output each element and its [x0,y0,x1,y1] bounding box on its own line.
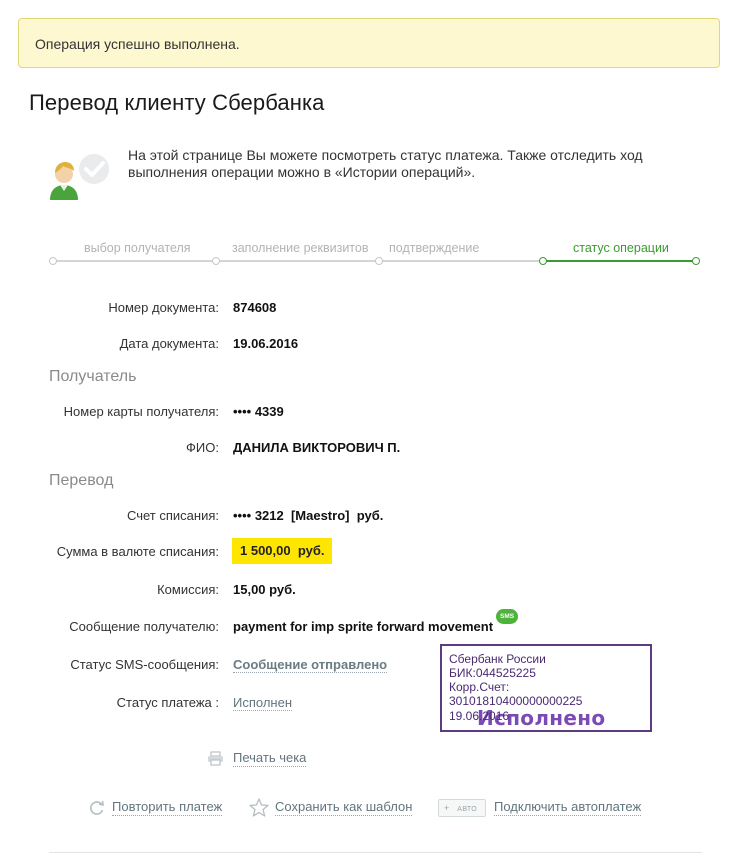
fee-value: 15,00 руб. [233,582,296,597]
recipient-name-value: ДАНИЛА ВИКТОРОВИЧ П. [233,440,401,455]
fee-label: Комиссия: [157,582,219,597]
account-label: Счет списания: [126,508,219,523]
amount-text: 1 500,00 руб. [240,543,325,558]
repeat-payment-button[interactable]: Повторить платеж [88,799,223,820]
recipient-card-value: •••• 4339 [233,404,284,419]
step-dot-active [539,257,547,265]
autopay-label[interactable]: Подключить автоплатеж [494,799,642,816]
recipient-section-title: Получатель [49,368,137,385]
payment-status-link[interactable]: Исполнен [233,695,293,711]
step-dot [49,257,57,265]
printer-icon [207,751,224,769]
amount-label: Сумма в валюте списания: [56,544,219,559]
save-template-button[interactable]: Сохранить как шаблон [249,798,413,820]
amount-value: 1 500,00 руб. [232,538,333,564]
page-title: Перевод клиенту Сбербанка [29,90,325,115]
message-label: Сообщение получателю: [69,619,219,634]
auto-icon: + авто [438,799,486,817]
payment-status-value[interactable]: Исполнен [233,695,293,711]
progress-track [53,260,543,262]
autopay-button[interactable]: + авто Подключить автоплатеж [438,799,642,819]
user-check-icon [46,152,116,202]
recipient-card-label: Номер карты получателя: [63,404,219,419]
transfer-section-title: Перевод [49,472,114,489]
stamp-bik: БИК:044525225 [449,666,536,680]
message-value: payment for imp sprite forward movementS… [233,609,519,635]
step-dot [375,257,383,265]
bank-stamp: Сбербанк России БИК:044525225 Корр.Счет:… [440,644,652,732]
payment-status-label: Статус платежа : [116,695,219,710]
document-number-value: 874608 [233,300,277,315]
account-value: •••• 3212 [Maestro] руб. [233,508,384,523]
print-receipt-button[interactable]: Печать чека [207,750,307,769]
message-text: payment for imp sprite forward movement [233,619,494,634]
step-fill-details: заполнение реквизитов [232,241,369,255]
sms-status-label: Статус SMS-сообщения: [70,657,219,672]
step-status: статус операции [573,241,669,255]
star-icon [249,798,269,820]
step-dot [212,257,220,265]
stamp-corr-account: Корр.Счет: 30101810400000000225 [449,680,583,708]
stamp-bank: Сбербанк России [449,652,546,666]
print-receipt-label[interactable]: Печать чека [233,750,307,767]
step-choose-recipient: выбор получателя [84,241,191,255]
recipient-name-label: ФИО: [186,440,219,455]
auto-icon-label: авто [457,806,478,813]
sms-icon: SMS [496,609,519,624]
sms-status-link[interactable]: Сообщение отправлено [233,657,388,673]
step-confirm: подтверждение [389,241,480,255]
document-date-label: Дата документа: [119,336,219,351]
info-text: На этой странице Вы можете посмотреть ст… [128,147,643,180]
divider [49,852,702,853]
sms-status-value[interactable]: Сообщение отправлено [233,657,388,673]
success-alert-text: Операция успешно выполнена. [35,36,240,52]
progress-steps: выбор получателя заполнение реквизитов п… [0,238,745,268]
step-dot-end [692,257,700,265]
stamp-date: 19.06.2016 [449,709,510,723]
document-date-value: 19.06.2016 [233,336,299,351]
progress-track-active [543,260,696,262]
document-number-label: Номер документа: [108,300,219,315]
repeat-payment-label[interactable]: Повторить платеж [112,799,223,816]
success-alert: Операция успешно выполнена. [18,18,720,68]
repeat-icon [88,799,106,820]
save-template-label[interactable]: Сохранить как шаблон [275,799,413,816]
